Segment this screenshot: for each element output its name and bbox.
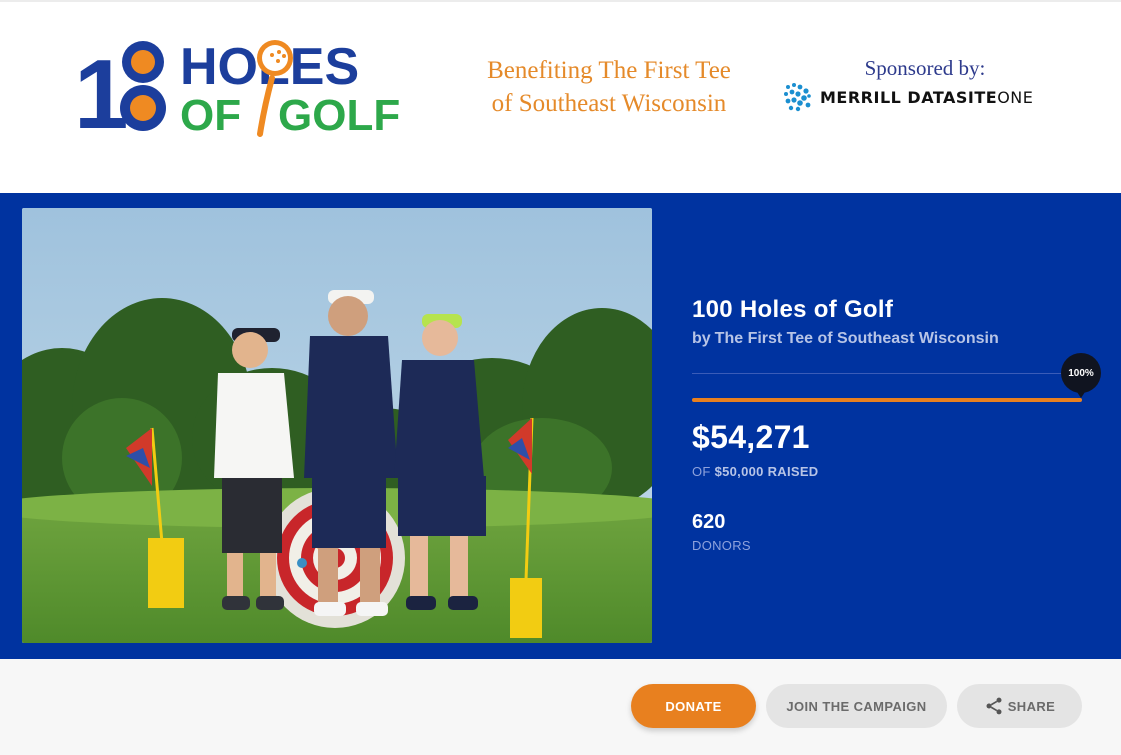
action-bar: DONATE JOIN THE CAMPAIGN SHARE [0,659,1121,755]
sponsor-name: MERRILL DATASITEONE [820,87,1034,107]
sponsor-label: Sponsored by: [864,56,986,80]
donors-count: 620 [692,511,726,533]
campaign-organizer[interactable]: by The First Tee of Southeast Wisconsin [692,330,999,348]
campaign-title: 100 Holes of Golf [692,296,894,323]
campaign-info: 100 Holes of Golf by The First Tee of Sou… [692,193,1101,659]
progress-bar-fill [692,398,1082,402]
organizer-prefix: by [692,330,711,347]
join-campaign-button[interactable]: JOIN THE CAMPAIGN [766,684,947,728]
goal-text: OF $50,000 RAISED [692,464,819,479]
share-button[interactable]: SHARE [957,684,1082,728]
logo-word-of: OF [180,91,241,138]
logo-word-golf: GOLF [278,91,400,138]
campaign-logo[interactable]: 1 8 HOLES OF GOLF [72,34,432,138]
goal-prefix: OF [692,464,711,479]
campaign-hero: 100 Holes of Golf by The First Tee of Sou… [0,193,1121,659]
organizer-name[interactable]: The First Tee of Southeast Wisconsin [715,330,999,347]
site-header: 1 8 HOLES OF GOLF Benefiting The First T… [0,0,1121,193]
logo-numeral-one: 1 [74,39,129,138]
benefit-line-2: of Southeast Wisconsin [491,90,727,117]
sponsor-mark-icon [784,83,811,112]
campaign-photo [22,208,652,643]
goal-amount: $50,000 RAISED [714,464,819,479]
sponsor-logo[interactable]: MERRILL DATASITEONE [782,80,1072,114]
share-label: SHARE [1007,698,1056,714]
benefit-text: Benefiting The First Tee of Southeast Wi… [466,54,752,120]
benefit-line-1: Benefiting The First Tee [487,57,731,84]
progress-percent-badge: 100% [1061,353,1101,398]
amount-raised: $54,271 [692,419,810,455]
header-shadow [0,0,1121,2]
donors-label: DONORS [692,538,751,553]
donate-button[interactable]: DONATE [631,684,756,728]
share-icon [986,697,1002,715]
progress-bar [692,398,1082,402]
info-divider [692,373,1082,374]
